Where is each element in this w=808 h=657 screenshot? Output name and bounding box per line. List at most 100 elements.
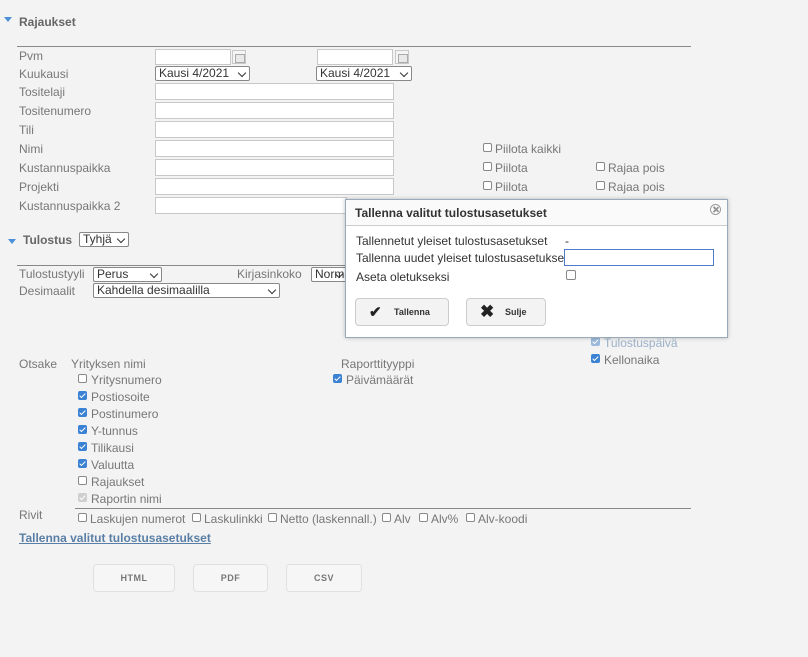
header-option-label: Y-tunnus <box>91 424 138 438</box>
calendar-icon[interactable] <box>232 50 246 64</box>
month-start-select[interactable]: Kausi 4/2021 <box>155 66 250 81</box>
header-option-checkbox[interactable] <box>78 476 87 485</box>
header-option-checkbox[interactable] <box>78 391 87 400</box>
nimi-input[interactable] <box>155 140 394 157</box>
header-option-checkbox[interactable] <box>78 374 87 383</box>
new-settings-input[interactable] <box>564 249 714 266</box>
piilota-label: Piilota <box>495 161 528 175</box>
header-option-label: Yritysnumero <box>91 373 162 387</box>
date-start-input[interactable] <box>155 49 231 65</box>
save-settings-dialog: Tallenna valitut tulostusasetukset Talle… <box>345 199 728 338</box>
kustannuspaikka2-label: Kustannuspaikka 2 <box>19 199 121 213</box>
x-icon: ✖ <box>480 302 495 321</box>
rajaa-pois-checkbox[interactable] <box>596 181 605 190</box>
close-icon[interactable] <box>710 204 721 215</box>
saved-settings-label: Tallennetut yleiset tulostusasetukset <box>356 234 548 248</box>
kirjasinkoko-label: Kirjasinkoko <box>237 267 302 281</box>
rivit-option-checkbox[interactable] <box>382 513 391 522</box>
rivit-option-checkbox[interactable] <box>466 513 475 522</box>
rivit-label: Rivit <box>19 508 43 522</box>
kustannuspaikka2-input[interactable] <box>155 197 347 214</box>
calendar-icon[interactable] <box>395 50 409 64</box>
rivit-option-checkbox[interactable] <box>192 513 201 522</box>
header-option-checkbox[interactable] <box>78 442 87 451</box>
header-option-label: Valuutta <box>91 458 135 472</box>
new-settings-label: Tallenna uudet yleiset tulostusasetukset <box>356 251 568 265</box>
collapse-triangle-icon[interactable] <box>4 17 12 22</box>
close-button-label: Sulje <box>505 307 527 317</box>
kustannuspaikka-label: Kustannuspaikka <box>19 161 111 175</box>
desimaalit-select[interactable]: Kahdella desimaalilla <box>93 283 280 298</box>
tositelaji-input[interactable] <box>155 83 394 100</box>
piilota-label: Piilota <box>495 180 528 194</box>
tositenumero-label: Tositenumero <box>19 104 92 118</box>
html-export-button[interactable]: HTML <box>93 564 175 592</box>
header-option-checkbox[interactable] <box>78 459 87 468</box>
pdf-export-button[interactable]: PDF <box>193 564 268 592</box>
rivit-option-label: Laskujen numerot <box>90 512 186 526</box>
divider <box>75 508 691 509</box>
rivit-option-checkbox[interactable] <box>268 513 277 522</box>
save-button-label: Tallenna <box>394 307 430 317</box>
header-option-label: Rajaukset <box>91 475 145 489</box>
piilota-checkbox[interactable] <box>483 181 492 190</box>
tulostus-preset-select[interactable]: Tyhjä <box>79 232 129 247</box>
header-option-label: Postinumero <box>91 407 159 421</box>
projekti-label: Projekti <box>19 180 60 194</box>
desimaalit-label: Desimaalit <box>19 284 76 298</box>
set-default-checkbox[interactable] <box>566 270 576 280</box>
projekti-input[interactable] <box>155 178 394 195</box>
tositelaji-label: Tositelaji <box>19 85 66 99</box>
rajaa-pois-label: Rajaa pois <box>608 180 665 194</box>
date-end-input[interactable] <box>317 49 393 65</box>
dialog-title: Tallenna valitut tulostusasetukset <box>355 206 547 220</box>
save-settings-link[interactable]: Tallenna valitut tulostusasetukset <box>19 531 211 545</box>
rivit-option-label: Netto (laskennall.) <box>280 512 377 526</box>
nimi-label: Nimi <box>19 142 43 156</box>
otsake-label: Otsake <box>19 357 58 371</box>
rivit-option-checkbox[interactable] <box>78 513 87 522</box>
paivamaarat-checkbox[interactable] <box>333 374 342 383</box>
set-default-label: Aseta oletukseksi <box>356 270 450 284</box>
piilota-kaikki-checkbox[interactable] <box>483 143 492 152</box>
csv-export-button[interactable]: CSV <box>286 564 362 592</box>
rivit-option-label: Alv <box>394 512 411 526</box>
close-button[interactable]: ✖ Sulje <box>466 298 546 326</box>
kustannuspaikka-input[interactable] <box>155 159 394 176</box>
pvm-label: Pvm <box>19 49 43 63</box>
kellonaika-label: Kellonaika <box>604 353 660 367</box>
collapse-triangle-icon[interactable] <box>8 239 16 244</box>
dialog-header: Tallenna valitut tulostusasetukset <box>346 200 727 226</box>
header-option-label: Raportin nimi <box>91 492 162 506</box>
rivit-option-label: Alv% <box>431 512 459 526</box>
header-option-checkbox[interactable] <box>78 408 87 417</box>
tulostuspaiva-label: Tulostuspäivä <box>604 336 678 350</box>
month-end-select[interactable]: Kausi 4/2021 <box>316 66 412 81</box>
checkmark-icon: ✔ <box>369 304 382 321</box>
paivamaarat-label: Päivämäärät <box>346 373 414 387</box>
tulostustyyli-select[interactable]: Perus <box>93 267 162 282</box>
header-option-checkbox[interactable] <box>78 425 87 434</box>
yrityksen-nimi-label: Yrityksen nimi <box>71 357 146 371</box>
header-option-label: Postiosoite <box>91 390 150 404</box>
tulostustyyli-label: Tulostustyyli <box>19 267 85 281</box>
kellonaika-checkbox[interactable] <box>591 354 600 363</box>
tulostus-title: Tulostus <box>23 233 73 247</box>
tili-label: Tili <box>19 123 34 137</box>
tili-input[interactable] <box>155 121 394 138</box>
rajaa-pois-checkbox[interactable] <box>596 162 605 171</box>
header-option-checkbox[interactable] <box>78 493 87 502</box>
rajaukset-title: Rajaukset <box>19 15 76 29</box>
tulostuspaiva-checkbox[interactable] <box>591 337 600 346</box>
header-option-label: Tilikausi <box>91 441 134 455</box>
tositenumero-input[interactable] <box>155 102 394 119</box>
piilota-checkbox[interactable] <box>483 162 492 171</box>
kirjasinkoko-select[interactable]: Norma <box>311 267 347 282</box>
rivit-option-checkbox[interactable] <box>419 513 428 522</box>
divider <box>17 265 347 266</box>
rajaa-pois-label: Rajaa pois <box>608 161 665 175</box>
save-button[interactable]: ✔ Tallenna <box>355 298 449 326</box>
rivit-option-label: Alv-koodi <box>478 512 528 526</box>
rivit-option-label: Laskulinkki <box>204 512 263 526</box>
piilota-kaikki-label: Piilota kaikki <box>495 142 562 156</box>
